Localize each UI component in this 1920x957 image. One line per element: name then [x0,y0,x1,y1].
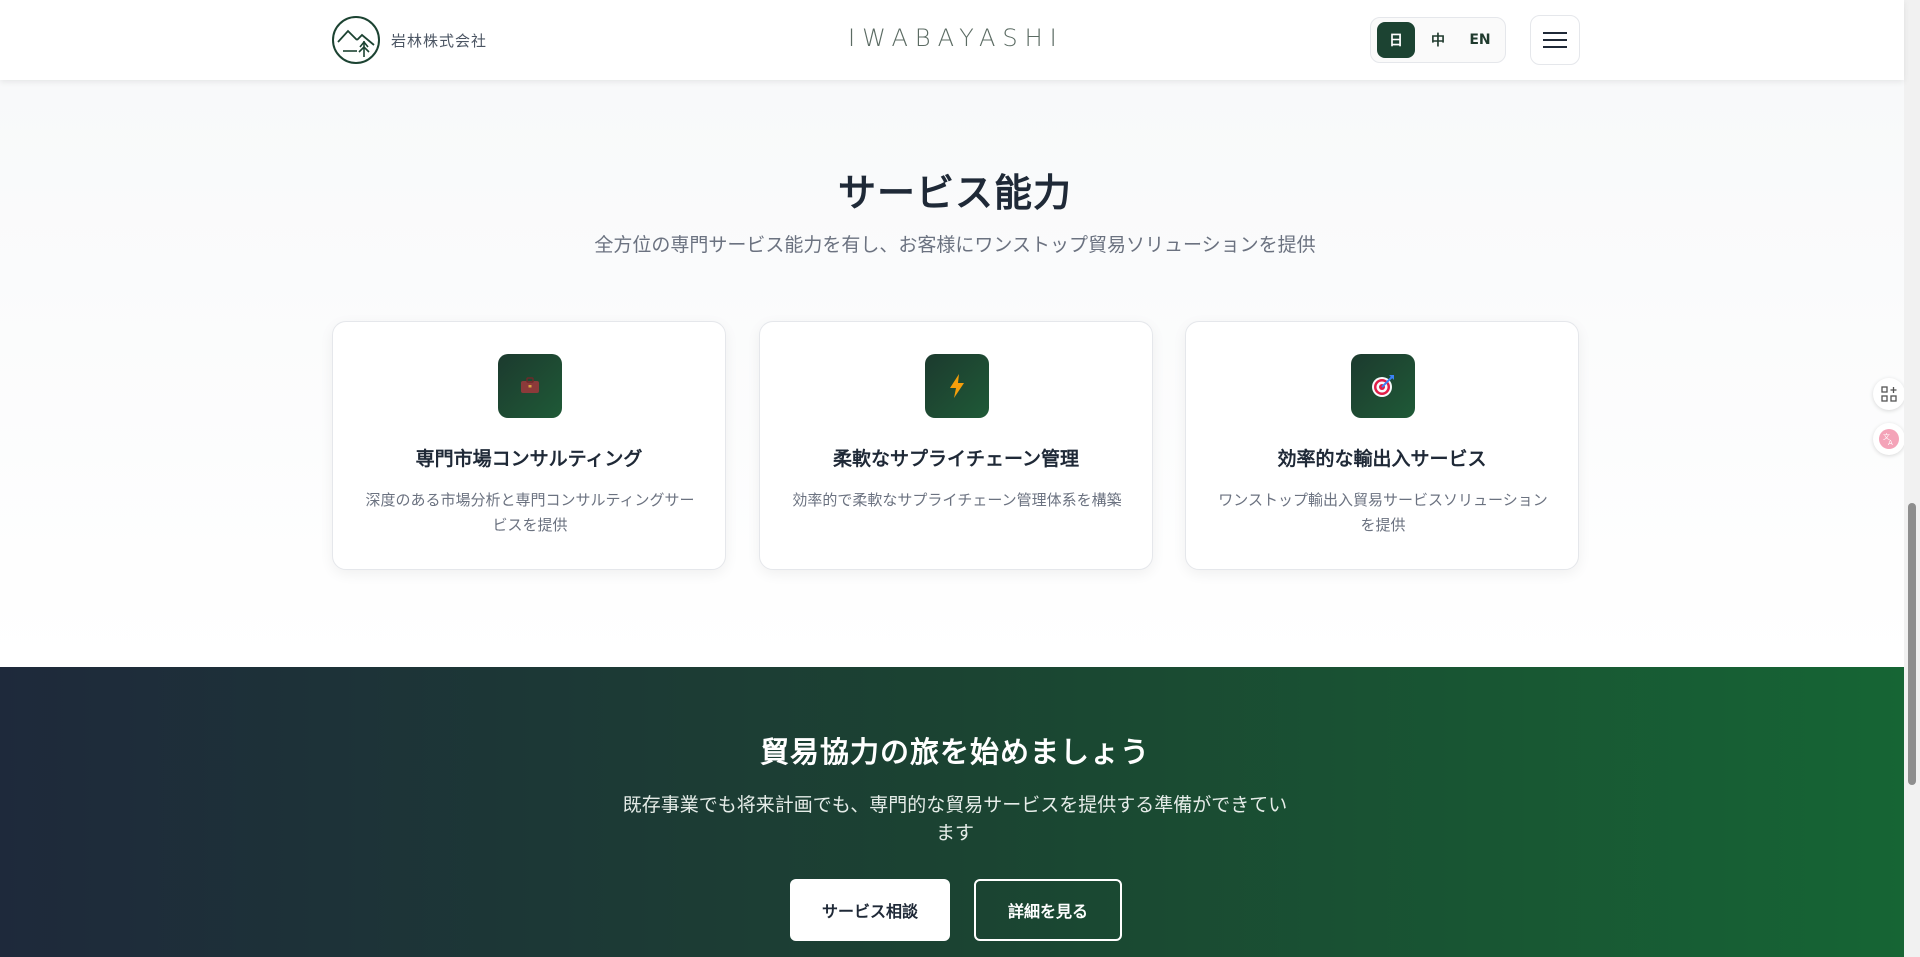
learn-more-button[interactable]: 詳細を見る [974,879,1122,941]
service-card-title: 効率的な輸出入サービス [1277,448,1487,470]
service-card-description: 深度のある市場分析と専門コンサルティングサービスを提供 [365,491,695,534]
lightning-icon [925,354,989,418]
lang-button-zh[interactable]: 中 [1419,22,1457,58]
cta-title: 貿易協力の旅を始めましょう [759,735,1150,769]
service-consultation-button[interactable]: サービス相談 [790,879,950,941]
qr-code-icon[interactable] [1873,378,1905,410]
service-card-description: ワンストップ輸出入貿易サービスソリューションを提供 [1218,491,1548,534]
target-icon [1351,354,1415,418]
service-card-consulting[interactable]: 専門市場コンサルティング 深度のある市場分析と専門コンサルティングサービスを提供 [332,321,726,570]
language-switcher: 日 中 EN [1370,17,1506,63]
cta-section: 貿易協力の旅を始めましょう 既存事業でも将来計画でも、専門的な貿易サービスを提供… [0,667,1904,957]
hamburger-icon-line [1543,39,1567,41]
service-card-import-export[interactable]: 効率的な輸出入サービス ワンストップ輸出入貿易サービスソリューションを提供 [1185,321,1579,570]
mountain-tree-logo-icon [332,16,380,64]
lang-button-ja[interactable]: 日 [1377,22,1415,58]
brand-wordmark[interactable]: IWABAYASHI [848,24,1060,52]
briefcase-icon [498,354,562,418]
hamburger-menu-button[interactable] [1530,15,1580,65]
cta-description: 既存事業でも将来計画でも、専門的な貿易サービスを提供する準備ができています [622,794,1288,844]
translate-icon[interactable]: 文 A [1873,423,1905,455]
service-card-description: 効率的で柔軟なサプライチェーン管理体系を構築 [792,491,1122,509]
services-title: サービス能力 [837,171,1072,215]
service-card-supply-chain[interactable]: 柔軟なサプライチェーン管理 効率的で柔軟なサプライチェーン管理体系を構築 [759,321,1153,570]
site-header: 岩林株式会社 IWABAYASHI 日 中 EN [0,0,1904,80]
service-card-title: 柔軟なサプライチェーン管理 [832,448,1080,470]
lang-button-en[interactable]: EN [1461,22,1499,58]
company-name: 岩林株式会社 [391,31,488,50]
services-subtitle: 全方位の専門サービス能力を有し、お客様にワンストップ貿易ソリューションを提供 [594,234,1316,256]
logo[interactable]: 岩林株式会社 [331,15,487,65]
scrollbar-thumb[interactable] [1908,503,1916,785]
services-section: サービス能力 全方位の専門サービス能力を有し、お客様にワンストップ貿易ソリューシ… [0,80,1904,667]
hamburger-icon-line [1543,32,1567,34]
hamburger-icon-line [1543,46,1567,48]
service-card-title: 専門市場コンサルティング [415,448,643,470]
page-scrollbar[interactable] [1904,0,1920,957]
svg-text:A: A [1888,439,1893,447]
